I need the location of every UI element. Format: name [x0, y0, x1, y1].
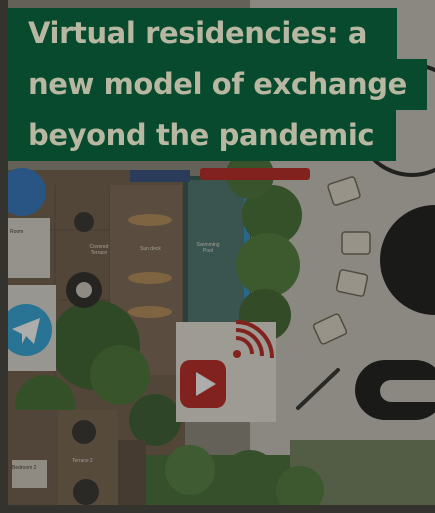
- title-line-1: Virtual residencies: a: [8, 8, 398, 59]
- plan-label-bedroom-2: Bedroom 2: [12, 465, 37, 471]
- plan-label-swimming-pool: Swimming Pool: [196, 242, 220, 254]
- plan-label-terrace-2: Terrace 2: [72, 458, 93, 464]
- plan-label-covered-terrace: Covered Terrace: [89, 244, 109, 256]
- article-card[interactable]: Room Covered Terrace Sun deck Swimming P…: [0, 0, 435, 513]
- title-line-2: new model of exchange: [8, 59, 427, 110]
- plan-label-sun-deck: Sun deck: [140, 246, 161, 252]
- plan-label-room: Room: [10, 229, 24, 235]
- article-title[interactable]: Virtual residencies: a new model of exch…: [8, 8, 427, 161]
- title-line-3: beyond the pandemic: [8, 110, 397, 161]
